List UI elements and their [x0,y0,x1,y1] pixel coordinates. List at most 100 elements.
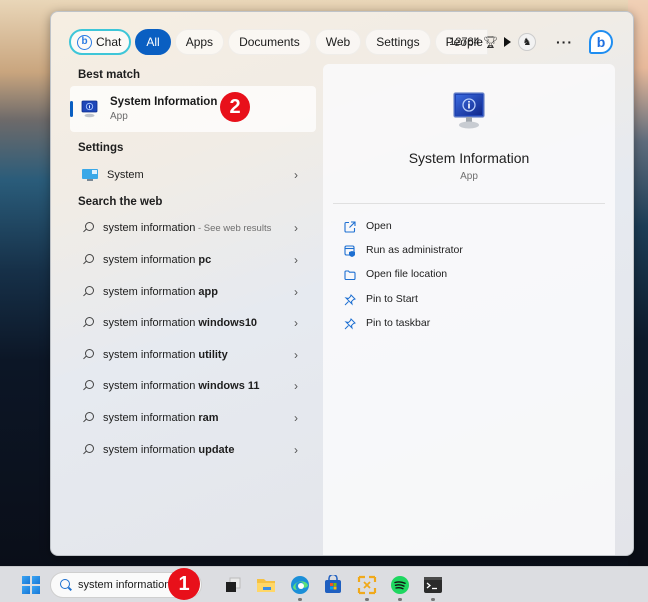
web-suggestion[interactable]: system information update › [51,434,321,466]
annotation-badge-2: 2 [220,92,250,122]
best-match-subtitle: App [110,111,128,122]
suggestion-bold: update [198,443,235,456]
pin-icon [344,317,356,330]
selection-indicator [70,101,73,117]
chevron-right-icon: › [294,442,298,457]
chevron-right-icon: › [294,167,298,182]
web-suggestion[interactable]: system information ram › [51,402,321,434]
running-indicator [398,598,402,601]
action-label: Open file location [366,268,448,281]
search-icon [81,221,95,235]
suggestion-text: system information [103,380,199,393]
edge-icon[interactable] [289,574,311,601]
action-run-as-administrator[interactable]: Run as administrator [323,238,615,262]
system-information-icon [450,90,490,132]
results-list: Best match System Information App 2 Sett… [51,64,321,465]
search-icon [81,379,95,393]
suggestion-text: system information [103,348,199,361]
detail-actions: Open Run as administrator Open file loca… [323,214,615,335]
tab-apps[interactable]: Apps [174,29,225,55]
running-indicator [298,598,302,601]
best-match-item[interactable]: System Information App 2 [70,86,316,132]
bing-chat-icon: b [77,34,92,50]
rewards-points[interactable]: 12784 🏆︎ [449,35,498,49]
run-as-admin-icon [344,244,356,258]
search-icon [81,253,95,267]
web-suggestion[interactable]: system information - See web results › [51,213,321,245]
chevron-right-icon: › [294,284,298,299]
suggestion-text: system information [103,285,199,298]
chevron-right-icon: › [294,221,298,236]
terminal-icon[interactable] [422,574,444,601]
detail-subtitle: App [460,171,478,182]
taskbar: 1 [0,566,648,602]
chevron-right-icon: › [294,347,298,362]
action-open-file-location[interactable]: Open file location [323,262,615,286]
action-open[interactable]: Open [323,214,615,238]
detail-pane: System Information App Open Run as admin… [323,64,615,555]
web-suggestion[interactable]: system information windows10 › [51,307,321,339]
suggestion-bold: app [198,285,218,298]
best-match-title: System Information [110,96,218,108]
tab-all[interactable]: All [135,29,171,55]
pin-icon [344,293,356,306]
chevron-right-icon: › [294,379,298,394]
annotation-badge-1: 1 [168,568,200,600]
web-suggestion[interactable]: system information utility › [51,339,321,371]
search-web-heading: Search the web [78,195,163,208]
action-label: Run as administrator [366,244,463,257]
best-match-heading: Best match [78,69,140,81]
action-pin-to-start[interactable]: Pin to Start [323,287,615,311]
chevron-right-icon: › [294,410,298,425]
search-icon [81,285,95,299]
top-right-controls: 12784 🏆︎ ♞ ··· b [449,26,613,58]
task-view-button[interactable] [222,574,244,596]
spotify-icon[interactable] [389,574,411,601]
start-button[interactable] [22,576,40,594]
chevron-right-icon: › [294,316,298,331]
search-panel: b Chat All Apps Documents Web Settings P… [50,11,634,556]
action-pin-to-taskbar[interactable]: Pin to taskbar [323,311,615,335]
chat-button[interactable]: b Chat [69,29,132,55]
rewards-points-value: 12784 [449,36,480,48]
search-icon [81,411,95,425]
web-suggestion[interactable]: system information app › [51,276,321,308]
search-icon [81,348,95,362]
action-label: Open [366,220,392,233]
suggestion-bold: ram [198,411,219,424]
detail-title: System Information [408,150,530,166]
search-icon [81,316,95,330]
action-label: Pin to Start [366,292,418,305]
suggestion-bold: pc [198,253,212,266]
suggestion-text: system information [103,411,199,424]
suggestion-bold: windows 11 [198,380,260,393]
folder-icon [344,268,356,281]
action-label: Pin to taskbar [366,316,431,329]
settings-item-system[interactable]: System › [51,159,321,191]
microsoft-store-icon[interactable] [322,574,344,596]
suggestion-text: system information [103,317,199,330]
search-icon [81,443,95,457]
tab-settings[interactable]: Settings [365,29,431,55]
more-options-button[interactable]: ··· [556,34,573,50]
web-suggestion[interactable]: system information pc › [51,244,321,276]
tab-documents[interactable]: Documents [228,29,311,55]
chevron-right-icon: › [294,252,298,267]
open-external-icon [344,220,356,233]
search-icon [59,578,73,592]
suggestion-bold: utility [198,348,228,361]
system-settings-icon [81,168,99,182]
system-information-icon [80,100,100,118]
bing-chat-icon[interactable]: b [589,30,613,54]
tab-web[interactable]: Web [314,29,362,55]
suggestion-bold: windows10 [198,317,258,330]
running-indicator [365,598,369,601]
divider [333,203,605,204]
avatar[interactable]: ♞ [518,33,536,51]
web-suggestion[interactable]: system information windows 11 › [51,371,321,403]
settings-heading: Settings [78,142,124,154]
file-explorer-icon[interactable] [255,574,277,596]
suggestion-text: system information [103,222,196,235]
snipping-tool-icon[interactable] [356,574,378,601]
suggestion-text: system information [103,443,199,456]
